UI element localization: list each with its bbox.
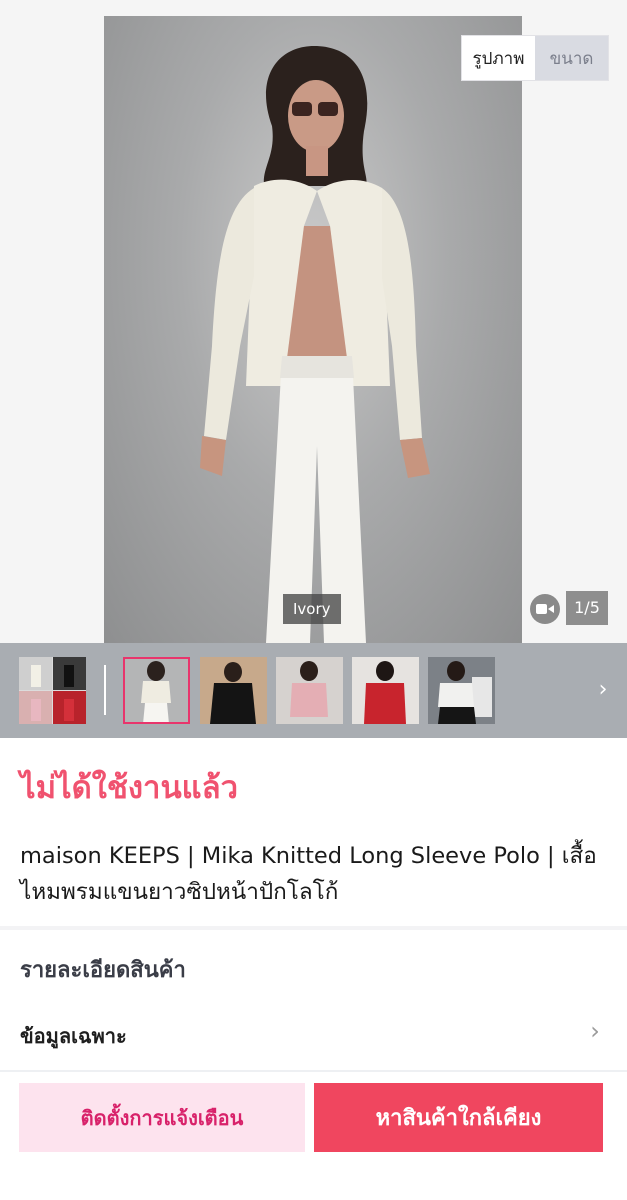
model-illustration: [200, 46, 430, 643]
thumbnail-strip[interactable]: ›: [0, 643, 627, 738]
tab-size[interactable]: ขนาด: [535, 36, 608, 80]
product-main-photo[interactable]: [104, 16, 522, 643]
pink-thumbnail-image: [276, 657, 343, 724]
row-divider: [0, 1070, 627, 1072]
thumb-red[interactable]: [352, 657, 419, 724]
black-thumbnail-image: [200, 657, 267, 724]
thumb-pink[interactable]: [276, 657, 343, 724]
thumb-white-black[interactable]: [428, 657, 495, 724]
video-button[interactable]: [530, 594, 560, 624]
thumb-collage[interactable]: [19, 657, 86, 724]
thumb-black[interactable]: [200, 657, 267, 724]
color-variant-label: Ivory: [283, 594, 341, 624]
set-notification-button[interactable]: ติดตั้งการแจ้งเตือน: [19, 1083, 305, 1152]
chevron-right-icon[interactable]: ›: [592, 676, 614, 704]
red-thumbnail-image: [352, 657, 419, 724]
video-camera-icon: [536, 604, 554, 614]
product-gallery[interactable]: รูปภาพ ขนาด Ivory 1/5: [0, 0, 627, 643]
image-page-counter: 1/5: [566, 591, 608, 625]
ivory-thumbnail-image: [123, 657, 190, 724]
collage-thumbnail-image: [19, 657, 86, 724]
specifications-row[interactable]: ข้อมูลเฉพาะ ›: [0, 1004, 627, 1066]
specifications-label: ข้อมูลเฉพาะ: [20, 1024, 127, 1048]
tab-photos[interactable]: รูปภาพ: [462, 36, 535, 80]
product-title: maison KEEPS | Mika Knitted Long Sleeve …: [20, 843, 597, 905]
thumbnail-divider: [104, 665, 106, 715]
section-divider: [0, 926, 627, 930]
find-similar-products-button[interactable]: หาสินค้าใกล้เคียง: [314, 1083, 603, 1152]
product-details-heading: รายละเอียดสินค้า: [20, 958, 186, 983]
white-black-thumbnail-image: [428, 657, 495, 724]
gallery-view-toggle[interactable]: รูปภาพ ขนาด: [461, 35, 609, 81]
chevron-right-icon: ›: [590, 1017, 600, 1045]
thumb-ivory[interactable]: [123, 657, 190, 724]
product-status: ไม่ได้ใช้งานแล้ว: [20, 770, 239, 806]
